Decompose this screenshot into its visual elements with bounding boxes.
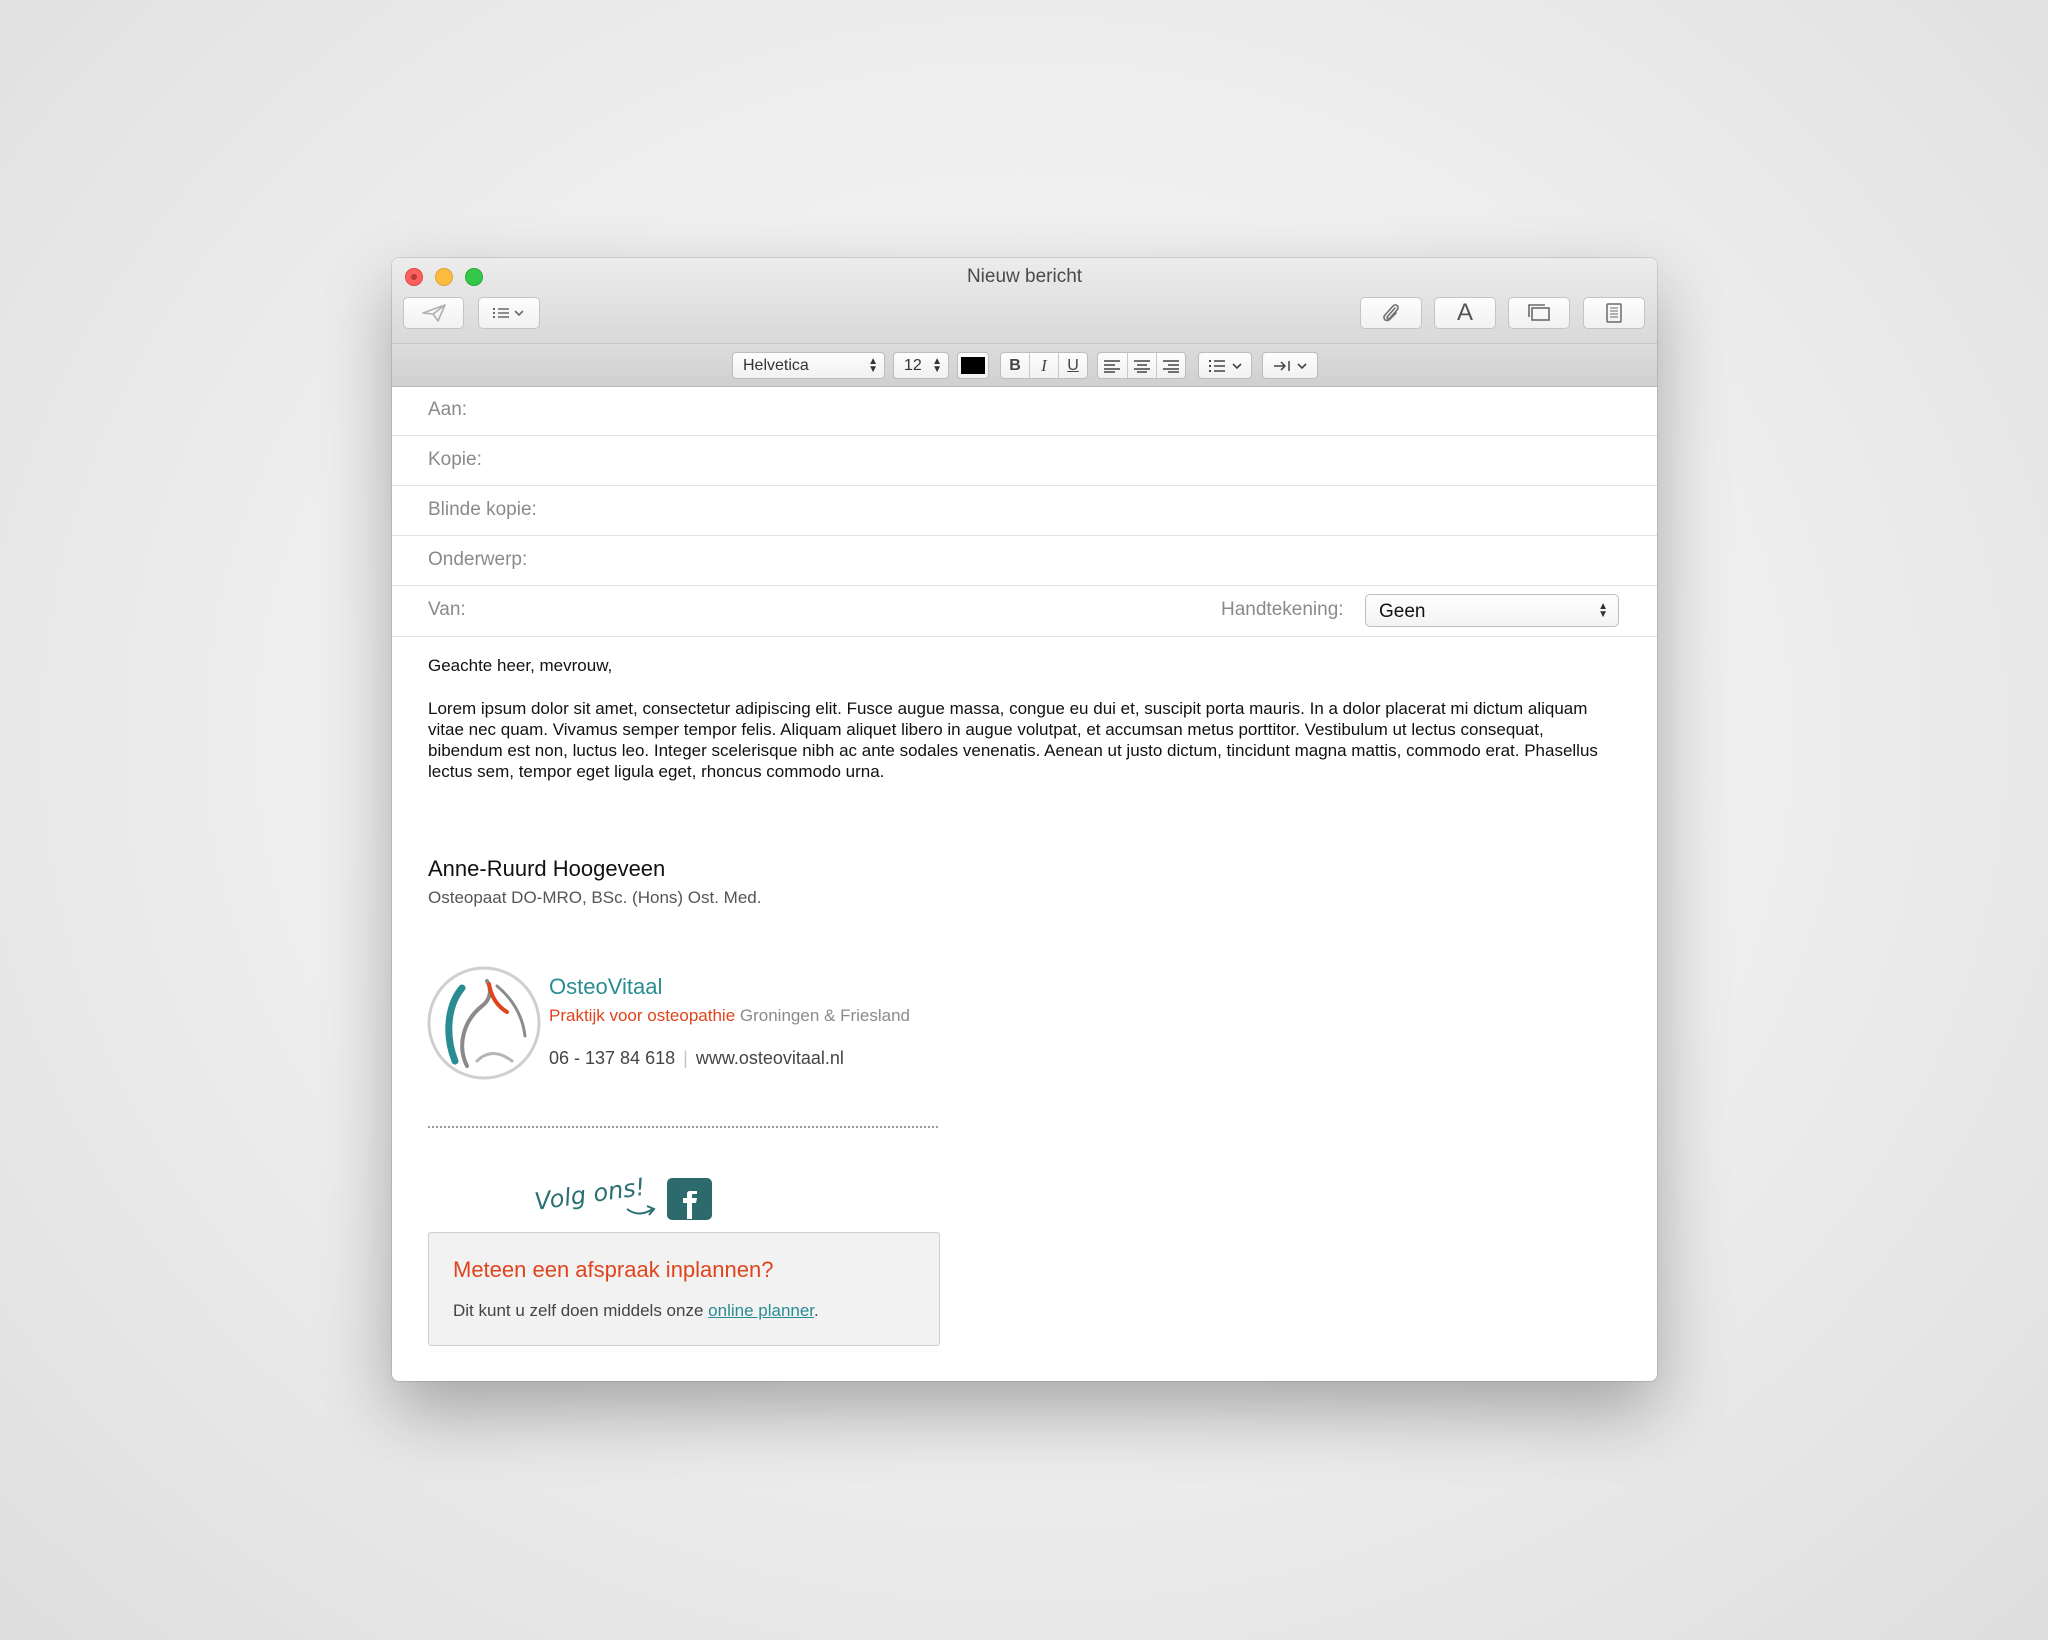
signature-select[interactable]: Geen ▲ ▼ xyxy=(1365,594,1619,627)
signature-label: Handtekening: xyxy=(1221,599,1344,620)
alignment-segment xyxy=(1097,352,1186,379)
compose-window: Nieuw bericht A Helvetica ▲ ▼ 12 ▲ ▼ B I… xyxy=(392,258,1657,1381)
signature-value: Geen xyxy=(1379,601,1426,622)
send-button[interactable] xyxy=(403,297,464,329)
contact-separator: | xyxy=(683,1048,688,1068)
align-center-icon xyxy=(1133,359,1150,373)
fonts-icon: A xyxy=(1456,299,1473,326)
from-field: Van: Handtekening: Geen ▲ ▼ xyxy=(392,586,1657,637)
bold-button[interactable]: B xyxy=(1001,353,1030,378)
bullet-list-icon xyxy=(1209,359,1225,372)
phone-number: 06 - 137 84 618 xyxy=(549,1048,676,1068)
updown-chevron-icon: ▲ ▼ xyxy=(1598,601,1608,620)
to-label: Aan: xyxy=(428,399,468,420)
stationery-button[interactable] xyxy=(1583,297,1645,329)
indent-icon xyxy=(1274,360,1290,371)
font-size-value: 12 xyxy=(904,356,922,374)
photo-browser-icon xyxy=(1528,304,1550,321)
to-input[interactable] xyxy=(542,394,1637,428)
paper-plane-icon xyxy=(421,304,446,322)
color-swatch xyxy=(961,357,985,374)
bcc-field: Blinde kopie: xyxy=(392,486,1657,536)
list-chevron-icon xyxy=(493,308,524,318)
stationery-icon xyxy=(1606,303,1622,323)
bcc-label: Blinde kopie: xyxy=(428,499,537,520)
updown-chevron-icon: ▲ ▼ xyxy=(932,355,942,375)
subject-field: Onderwerp: xyxy=(392,536,1657,586)
appointment-text-lead: Dit kunt u zelf doen middels onze xyxy=(453,1301,704,1320)
signature-credentials: Osteopaat DO-MRO, BSc. (Hons) Ost. Med. xyxy=(428,888,762,907)
tagline-rest: Groningen & Friesland xyxy=(739,1006,910,1025)
align-left-icon xyxy=(1104,359,1121,373)
chevron-down-icon xyxy=(1297,362,1307,369)
window-title: Nieuw bericht xyxy=(966,266,1083,287)
online-planner-link[interactable]: online planner xyxy=(708,1301,814,1320)
titlebar: Nieuw bericht A xyxy=(392,258,1657,344)
appointment-box: Meteen een afspraak inplannen? Dit kunt … xyxy=(428,1232,940,1346)
align-center-button[interactable] xyxy=(1128,353,1157,378)
subject-input[interactable] xyxy=(552,544,1637,578)
appointment-text-end: . xyxy=(814,1301,819,1320)
cc-input[interactable] xyxy=(542,444,1637,478)
website-link[interactable]: www.osteovitaal.nl xyxy=(696,1048,844,1068)
brand-tagline: Praktijk voor osteopathie Groningen & Fr… xyxy=(549,1006,910,1026)
follow-us-graphic[interactable]: Volg ons! xyxy=(531,1161,731,1231)
updown-chevron-icon: ▲ ▼ xyxy=(868,355,878,375)
font-family-value: Helvetica xyxy=(743,356,809,374)
from-label: Van: xyxy=(428,599,466,620)
follow-us-text: Volg ons! xyxy=(533,1173,647,1216)
tagline-highlight: Praktijk voor osteopathie xyxy=(549,1006,736,1025)
text-color-well[interactable] xyxy=(957,352,989,379)
underline-button[interactable]: U xyxy=(1059,353,1087,378)
format-bar: Helvetica ▲ ▼ 12 ▲ ▼ B I U xyxy=(392,344,1657,387)
greeting-text: Geachte heer, mevrouw, xyxy=(428,656,613,675)
paperclip-icon xyxy=(1383,304,1399,322)
contact-line: 06 - 137 84 618 | www.osteovitaal.nl xyxy=(549,1048,844,1069)
fonts-button[interactable]: A xyxy=(1434,297,1496,329)
cc-field: Kopie: xyxy=(392,436,1657,486)
photo-browser-button[interactable] xyxy=(1508,297,1570,329)
header-fields-menu-button[interactable] xyxy=(478,297,540,329)
to-field: Aan: xyxy=(392,386,1657,436)
text-style-segment: B I U xyxy=(1000,352,1088,379)
list-style-menu[interactable] xyxy=(1198,352,1252,379)
chevron-down-icon xyxy=(1232,362,1242,369)
appointment-text: Dit kunt u zelf doen middels onze online… xyxy=(453,1301,819,1321)
cc-label: Kopie: xyxy=(428,449,482,470)
appointment-heading: Meteen een afspraak inplannen? xyxy=(453,1257,774,1282)
font-size-select[interactable]: 12 ▲ ▼ xyxy=(893,352,949,379)
subject-label: Onderwerp: xyxy=(428,549,528,570)
osteovitaal-logo xyxy=(427,966,541,1080)
signature-divider xyxy=(428,1126,938,1128)
body-paragraph: Lorem ipsum dolor sit amet, consectetur … xyxy=(428,699,1598,781)
align-left-button[interactable] xyxy=(1098,353,1128,378)
align-right-button[interactable] xyxy=(1157,353,1185,378)
bcc-input[interactable] xyxy=(572,494,1637,528)
attach-button[interactable] xyxy=(1360,297,1422,329)
align-right-icon xyxy=(1163,359,1179,373)
italic-button[interactable]: I xyxy=(1030,353,1059,378)
indent-menu[interactable] xyxy=(1262,352,1318,379)
signature-name: Anne-Ruurd Hoogeveen xyxy=(428,856,666,881)
font-family-select[interactable]: Helvetica ▲ ▼ xyxy=(732,352,885,379)
brand-name: OsteoVitaal xyxy=(549,974,663,999)
